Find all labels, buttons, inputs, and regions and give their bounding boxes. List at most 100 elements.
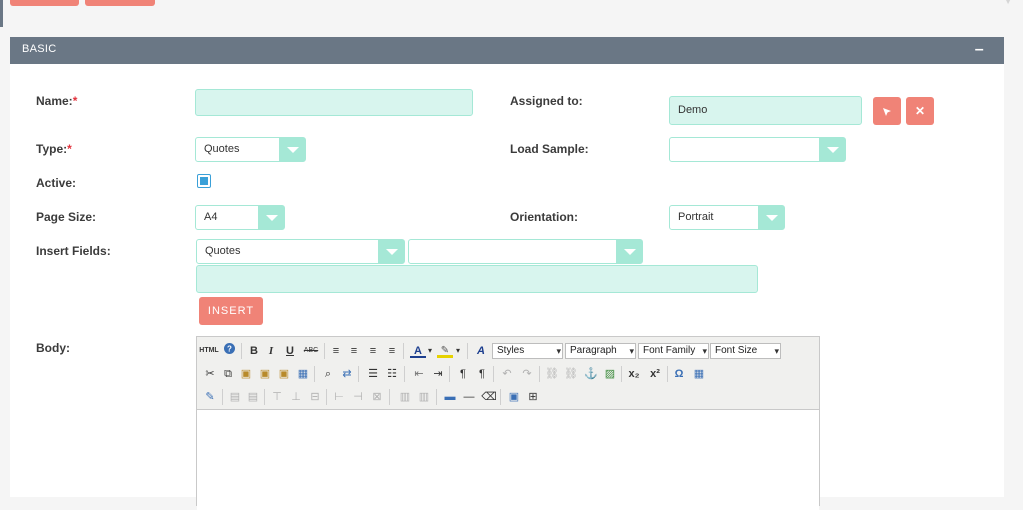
horizontal-rule-icon[interactable]: — (461, 388, 477, 406)
top-action-button-2[interactable] (85, 0, 155, 6)
format-dropdown[interactable]: Paragraph (565, 343, 636, 359)
basic-panel: BASIC – Name:* Assigned to: Demo ✕ Type:… (10, 37, 1004, 510)
select-user-button[interactable] (873, 97, 901, 125)
visual-aid-icon[interactable]: ▣ (506, 388, 522, 406)
toolbar-separator (324, 343, 325, 359)
split-cells-icon[interactable]: ▥ (397, 388, 413, 406)
html-source-icon[interactable]: HTML (199, 342, 219, 360)
superscript-icon[interactable]: x² (647, 365, 663, 383)
rich-text-editor: HTML ? B I U ABC ≡ ≡ ≡ ≡ A ▾ ✎ ▾ A Style… (196, 336, 820, 510)
copy-icon[interactable]: ⧉ (220, 365, 236, 383)
help-icon[interactable]: ? (221, 342, 237, 360)
select-all-icon[interactable]: ▦ (295, 365, 311, 383)
page-break-icon[interactable]: ⊞ (525, 388, 541, 406)
link-icon[interactable]: ⛓ (544, 365, 560, 383)
toolbar-separator (493, 366, 494, 382)
type-label: Type:* (36, 142, 72, 156)
styles-icon[interactable]: A (473, 342, 489, 360)
align-justify-icon[interactable]: ≡ (384, 342, 400, 360)
outdent-icon[interactable]: ⇤ (411, 365, 427, 383)
left-tab-edge (0, 0, 3, 27)
delete-row-icon[interactable]: ⊟ (307, 388, 323, 406)
paste-word-icon[interactable]: ▣ (276, 365, 292, 383)
redo-icon[interactable]: ↷ (519, 365, 535, 383)
toolbar-separator (314, 366, 315, 382)
strikethrough-icon[interactable]: ABC (301, 342, 321, 360)
insert-field-text-input[interactable] (196, 265, 758, 293)
page-size-select[interactable]: A4 (195, 205, 285, 230)
image-icon[interactable]: ▨ (602, 365, 618, 383)
bullet-list-icon[interactable]: ☰ (365, 365, 381, 383)
toolbar-separator (467, 343, 468, 359)
insert-module-select[interactable]: Quotes (196, 239, 405, 264)
table-cell-props-icon[interactable]: ▤ (245, 388, 261, 406)
indent-icon[interactable]: ⇥ (430, 365, 446, 383)
chevron-down-icon (279, 138, 305, 161)
bold-icon[interactable]: B (246, 342, 262, 360)
toolbar-separator (667, 366, 668, 382)
insert-col-before-icon[interactable]: ⊢ (331, 388, 347, 406)
cut-icon[interactable]: ✂ (202, 365, 218, 383)
anchor-icon[interactable]: ⚓ (583, 365, 599, 383)
text-color-dropdown-icon[interactable]: ▾ (426, 342, 434, 360)
styles-dropdown[interactable]: Styles (492, 343, 563, 359)
assigned-to-label: Assigned to: (510, 94, 583, 108)
undo-icon[interactable]: ↶ (499, 365, 515, 383)
panel-header[interactable]: BASIC – (10, 37, 1004, 64)
delete-col-icon[interactable]: ⊠ (369, 388, 385, 406)
chevron-down-icon (378, 240, 404, 263)
toolbar-separator (264, 389, 265, 405)
assigned-to-input[interactable]: Demo (669, 96, 862, 125)
load-sample-select[interactable] (669, 137, 846, 162)
insert-button[interactable]: INSERT (199, 297, 263, 325)
chevron-down-icon (616, 240, 642, 263)
cursor-arrow-icon (883, 107, 891, 116)
text-color-icon[interactable]: A (410, 342, 426, 358)
edit-icon[interactable]: ✎ (202, 388, 218, 406)
name-input[interactable] (195, 89, 473, 116)
rtl-icon[interactable]: ¶ (474, 365, 490, 383)
clear-user-button[interactable]: ✕ (906, 97, 934, 125)
close-icon: ✕ (914, 104, 926, 118)
paste-text-icon[interactable]: ▣ (257, 365, 273, 383)
insert-col-after-icon[interactable]: ⊣ (350, 388, 366, 406)
insert-field-select[interactable] (408, 239, 643, 264)
font-family-dropdown[interactable]: Font Family (638, 343, 709, 359)
replace-icon[interactable]: ⇄ (339, 365, 355, 383)
unlink-icon[interactable]: ⛓ (563, 365, 579, 383)
table-row-props-icon[interactable]: ▤ (227, 388, 243, 406)
align-right-icon[interactable]: ≡ (365, 342, 381, 360)
table-icon[interactable]: ▦ (691, 365, 707, 383)
numbered-list-icon[interactable]: ☷ (384, 365, 400, 383)
orientation-value: Portrait (678, 211, 714, 223)
toolbar-separator (222, 389, 223, 405)
subscript-icon[interactable]: x₂ (626, 365, 642, 383)
horizontal-rule-style-icon[interactable]: ▬ (442, 388, 458, 406)
special-char-icon[interactable]: Ω (671, 365, 687, 383)
underline-icon[interactable]: U (282, 342, 298, 360)
insert-row-before-icon[interactable]: ⊤ (269, 388, 285, 406)
merge-cells-icon[interactable]: ▥ (416, 388, 432, 406)
align-center-icon[interactable]: ≡ (346, 342, 362, 360)
active-checkbox[interactable] (197, 174, 211, 188)
ltr-icon[interactable]: ¶ (455, 365, 471, 383)
align-left-icon[interactable]: ≡ (328, 342, 344, 360)
toolbar-separator (241, 343, 242, 359)
remove-format-icon[interactable]: ⌫ (481, 388, 497, 406)
orientation-select[interactable]: Portrait (669, 205, 785, 230)
top-action-button-1[interactable] (10, 0, 79, 6)
find-icon[interactable]: ⌕ (320, 365, 336, 383)
minus-icon[interactable]: – (975, 39, 984, 61)
font-size-dropdown[interactable]: Font Size (710, 343, 781, 359)
editor-content-area[interactable] (197, 409, 819, 510)
highlight-color-icon[interactable]: ✎ (437, 342, 453, 358)
paste-icon[interactable]: ▣ (238, 365, 254, 383)
toolbar-separator (436, 389, 437, 405)
insert-row-after-icon[interactable]: ⊥ (288, 388, 304, 406)
page-size-label: Page Size: (36, 210, 97, 224)
italic-icon[interactable]: I (263, 342, 279, 360)
highlight-dropdown-icon[interactable]: ▾ (454, 342, 462, 360)
panel-title: BASIC (22, 43, 57, 55)
type-select[interactable]: Quotes (195, 137, 306, 162)
chevron-down-icon[interactable]: ▼ (1003, 0, 1013, 7)
